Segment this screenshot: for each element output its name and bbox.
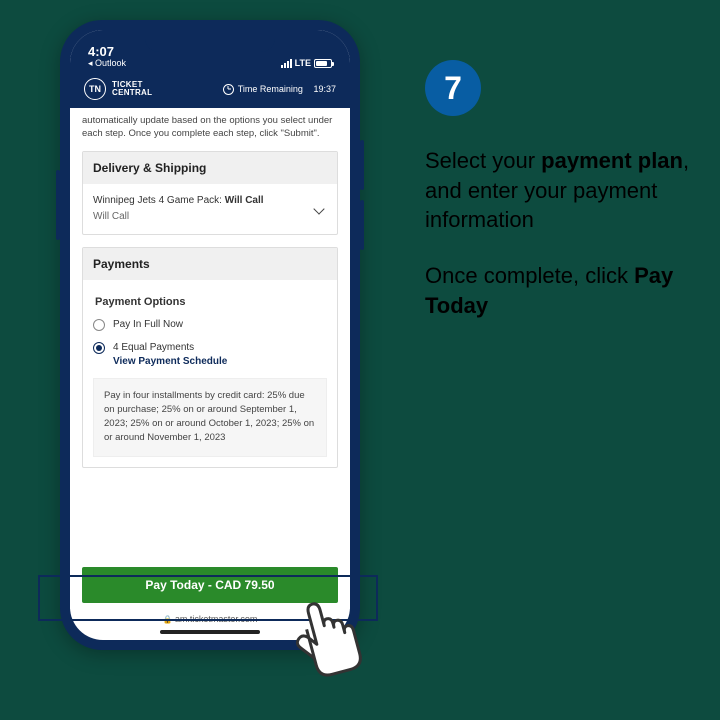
phone-side-button [360,140,364,190]
instruction-paragraph-1: Select your payment plan, and enter your… [425,146,690,235]
time-remaining-value: 19:37 [313,84,336,94]
signal-icon [281,59,292,68]
back-to-app-link[interactable]: ◂ Outlook [88,59,126,68]
brand-logo: TN TICKET CENTRAL [84,78,152,100]
home-indicator [160,630,260,634]
app-header: TN TICKET CENTRAL Time Remaining 19:37 [70,70,350,108]
delivery-panel: Delivery & Shipping Winnipeg Jets 4 Game… [82,151,338,235]
step-number-badge: 7 [425,60,481,116]
status-time: 4:07 [88,45,126,58]
equal-payments-label: 4 Equal Payments [113,342,194,353]
radio-unselected-icon [93,319,105,331]
intro-text: automatically update based on the option… [82,114,338,141]
payments-panel: Payments Payment Options Pay In Full Now [82,247,338,468]
payments-panel-title: Payments [83,248,337,280]
pay-in-full-label: Pay In Full Now [113,318,183,331]
clock-icon [223,84,234,95]
cursor-hand-icon [280,590,370,690]
time-remaining-label: Time Remaining [238,84,303,94]
radio-selected-icon [93,342,105,354]
content-area: automatically update based on the option… [70,108,350,563]
delivery-panel-title: Delivery & Shipping [83,152,337,184]
time-remaining: Time Remaining 19:37 [223,84,336,95]
brand-badge: TN [84,78,106,100]
chevron-down-icon [313,203,324,214]
battery-icon [314,59,332,68]
view-schedule-link[interactable]: View Payment Schedule [113,355,227,368]
network-label: LTE [295,58,311,68]
delivery-item-value: Will Call [225,195,264,206]
phone-frame: 4:07 ◂ Outlook LTE TN TICKET [60,20,360,650]
payment-schedule-info: Pay in four installments by credit card:… [93,378,327,457]
instruction-paragraph-2: Once complete, click Pay Today [425,261,690,320]
delivery-sub-value: Will Call [93,210,264,224]
brand-line2: CENTRAL [112,89,152,97]
phone-notch [145,30,275,52]
delivery-item-row[interactable]: Winnipeg Jets 4 Game Pack: Will Call Wil… [93,194,327,224]
payment-options-title: Payment Options [95,296,327,308]
phone-side-button [360,200,364,250]
delivery-item-prefix: Winnipeg Jets 4 Game Pack: [93,195,225,206]
pay-in-full-option[interactable]: Pay In Full Now [93,318,327,331]
phone-side-button [56,170,60,240]
equal-payments-option[interactable]: 4 Equal Payments View Payment Schedule [93,341,327,368]
